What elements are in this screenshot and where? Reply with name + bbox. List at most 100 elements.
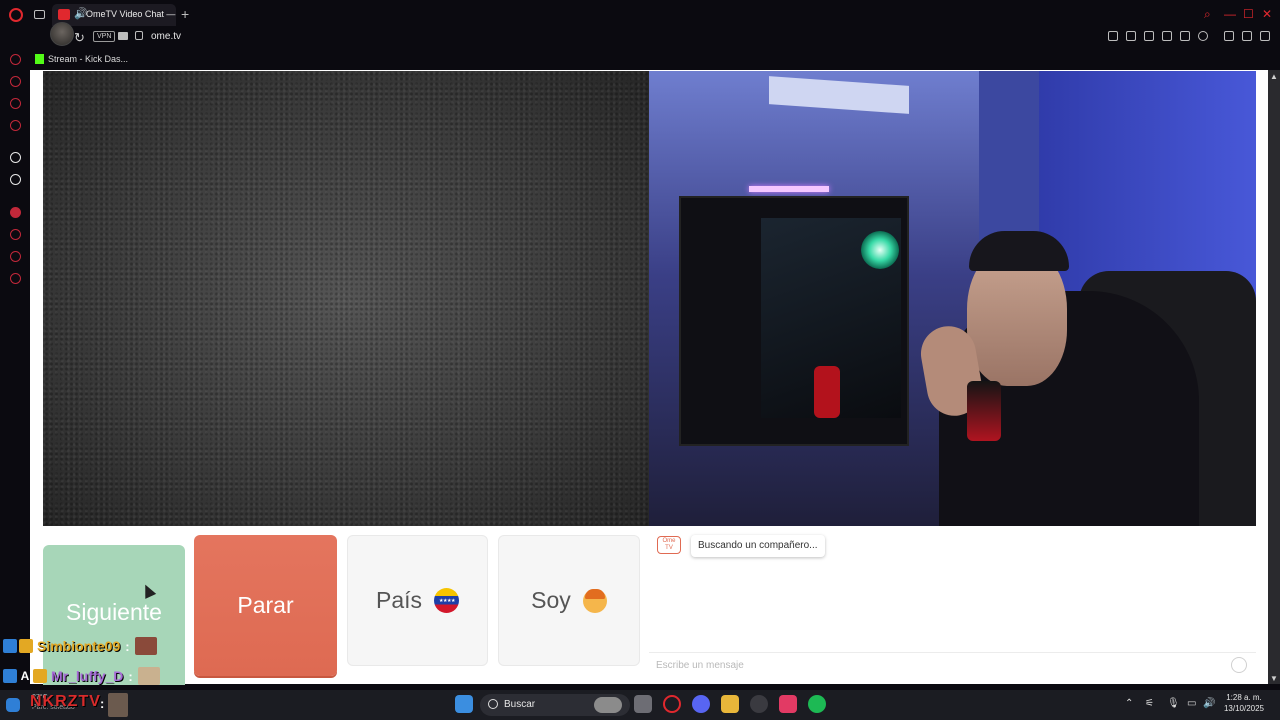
overlay-chat-message: A Mr_luffy_D : bbox=[3, 666, 160, 686]
task-view-icon[interactable] bbox=[634, 695, 652, 713]
extensions-icon[interactable] bbox=[10, 251, 21, 262]
adblock-icon[interactable] bbox=[1144, 31, 1154, 41]
ometv-logo-icon: Ome TV bbox=[657, 536, 681, 554]
tray-display-icon[interactable]: ▭ bbox=[1187, 698, 1196, 709]
tab-ometv[interactable]: 🔊 OmeTV Video Chat — bbox=[52, 4, 176, 26]
discord-icon[interactable] bbox=[692, 695, 710, 713]
opera-taskbar-icon[interactable] bbox=[663, 695, 681, 713]
tab-title: OmeTV Video Chat — bbox=[86, 9, 176, 19]
pin-icon[interactable] bbox=[1108, 31, 1118, 41]
snapshot-icon[interactable] bbox=[1126, 31, 1136, 41]
next-button-label: Siguiente bbox=[66, 599, 162, 625]
overlay-username: Mr_luffy_D bbox=[51, 668, 124, 684]
overlay-colon: : bbox=[128, 668, 133, 684]
settings-gear-icon[interactable] bbox=[10, 273, 21, 284]
chat-status-message: Buscando un compañero... bbox=[691, 535, 825, 557]
search-label: Buscar bbox=[504, 699, 536, 710]
gender-selector-button[interactable]: Soy bbox=[498, 535, 640, 666]
gender-button-label: Soy bbox=[531, 587, 571, 613]
sub-badge-icon bbox=[3, 639, 17, 653]
history-refresh-icon[interactable] bbox=[10, 54, 21, 65]
partner-video-static bbox=[43, 71, 649, 526]
download-icon[interactable] bbox=[1242, 31, 1252, 41]
heart-icon[interactable] bbox=[1198, 31, 1208, 41]
menu-icon[interactable] bbox=[1260, 31, 1270, 41]
sub-badge-icon bbox=[3, 669, 17, 683]
gift-badge-icon bbox=[33, 669, 47, 683]
search-icon bbox=[488, 699, 498, 709]
country-button-label: País bbox=[375, 587, 423, 613]
messenger-icon[interactable] bbox=[10, 98, 21, 109]
reload-icon[interactable]: ↻ bbox=[74, 30, 85, 46]
translate-icon[interactable] bbox=[1162, 31, 1172, 41]
moderator-badge-icon: A bbox=[20, 669, 30, 683]
boy-face-icon bbox=[582, 588, 607, 613]
lock-icon[interactable] bbox=[135, 31, 143, 40]
video-rgb-fan bbox=[861, 231, 899, 269]
overlay-username: Simbionte09 bbox=[37, 638, 121, 654]
taskbar-date[interactable]: 13/10/2025 bbox=[1222, 704, 1266, 713]
windows-taskbar: 27°C Parc. soleado NKRZTV : Buscar ⌃ ⚟ 🎙… bbox=[0, 690, 1280, 720]
kick-icon bbox=[35, 54, 44, 64]
tray-chevron-up-icon[interactable]: ⌃ bbox=[1125, 698, 1133, 709]
scrollbar[interactable] bbox=[1268, 70, 1280, 684]
file-explorer-icon[interactable] bbox=[721, 695, 739, 713]
video-microphone bbox=[967, 381, 1001, 441]
close-button[interactable]: ✕ bbox=[1262, 7, 1272, 21]
chat-panel: Ome TV Buscando un compañero... Escribe … bbox=[649, 527, 1256, 684]
chat-divider bbox=[649, 652, 1256, 653]
tray-network-icon[interactable]: ⚟ bbox=[1145, 698, 1154, 709]
overlay-colon: : bbox=[100, 696, 105, 711]
overlay-colon: : bbox=[125, 638, 130, 654]
account-icon[interactable] bbox=[1224, 31, 1234, 41]
video-shelf bbox=[769, 76, 909, 114]
windows-start-icon[interactable] bbox=[455, 695, 473, 713]
streamer-name-overlay: NKRZTV bbox=[30, 693, 101, 710]
twitch-icon[interactable] bbox=[10, 120, 21, 131]
emote-icon bbox=[134, 637, 157, 655]
scroll-up-icon[interactable]: ▲ bbox=[1270, 72, 1278, 81]
tab-islands-icon[interactable] bbox=[34, 10, 45, 19]
player-icon[interactable] bbox=[1180, 31, 1190, 41]
bookmark-stream-kick[interactable]: Stream - Kick Das... bbox=[48, 54, 128, 64]
minimize-button[interactable]: — bbox=[1224, 7, 1236, 21]
profile-avatar[interactable] bbox=[50, 22, 74, 46]
emote-icon bbox=[137, 667, 160, 685]
search-tabs-icon[interactable]: ⌕ bbox=[1204, 7, 1211, 22]
streamer-emote-icon bbox=[108, 693, 128, 717]
browser-sidebar bbox=[0, 45, 30, 685]
maximize-button[interactable]: ☐ bbox=[1243, 7, 1254, 21]
video-bottle bbox=[814, 366, 840, 418]
browser-tab-bar: 🔊 OmeTV Video Chat — + ⌕ — ☐ ✕ bbox=[0, 0, 1280, 30]
spotify-icon[interactable] bbox=[808, 695, 826, 713]
arc-icon[interactable] bbox=[10, 152, 21, 163]
new-tab-button[interactable]: + bbox=[181, 6, 189, 22]
ometv-favicon-icon bbox=[58, 9, 70, 20]
country-selector-button[interactable]: País ★★★★ bbox=[347, 535, 488, 666]
clock-icon[interactable] bbox=[10, 229, 21, 240]
opera-logo-icon[interactable] bbox=[9, 8, 23, 22]
vpn-badge[interactable]: VPN bbox=[93, 31, 116, 42]
url-field[interactable]: ome.tv bbox=[151, 31, 181, 42]
video-person-cap bbox=[969, 231, 1069, 271]
music-player-icon[interactable] bbox=[10, 207, 21, 218]
stop-button[interactable]: Parar bbox=[194, 535, 337, 676]
search-highlight-icon bbox=[594, 697, 622, 713]
next-button[interactable]: Siguiente bbox=[43, 545, 185, 685]
taskbar-search[interactable]: Buscar bbox=[480, 694, 630, 716]
chat-message-input[interactable]: Escribe un mensaje bbox=[656, 660, 744, 671]
taskbar-time[interactable]: 1:28 a. m. bbox=[1222, 693, 1266, 702]
emoji-icon[interactable] bbox=[1231, 657, 1247, 673]
camera-icon[interactable] bbox=[118, 32, 128, 40]
tray-mic-icon[interactable]: 🎙 bbox=[1167, 698, 1180, 709]
video-led-strip bbox=[749, 186, 829, 192]
scroll-down-icon[interactable]: ▼ bbox=[1270, 674, 1278, 683]
tiktok-icon[interactable] bbox=[779, 695, 797, 713]
tray-volume-icon[interactable]: 🔊 bbox=[1203, 698, 1215, 709]
self-camera-video bbox=[649, 71, 1256, 526]
shopping-bag-icon[interactable] bbox=[10, 76, 21, 87]
obs-icon[interactable] bbox=[750, 695, 768, 713]
overlay-chat-message: Simbionte09 : bbox=[3, 636, 157, 656]
x-twitter-icon[interactable] bbox=[10, 174, 21, 185]
weather-icon[interactable] bbox=[6, 698, 20, 712]
